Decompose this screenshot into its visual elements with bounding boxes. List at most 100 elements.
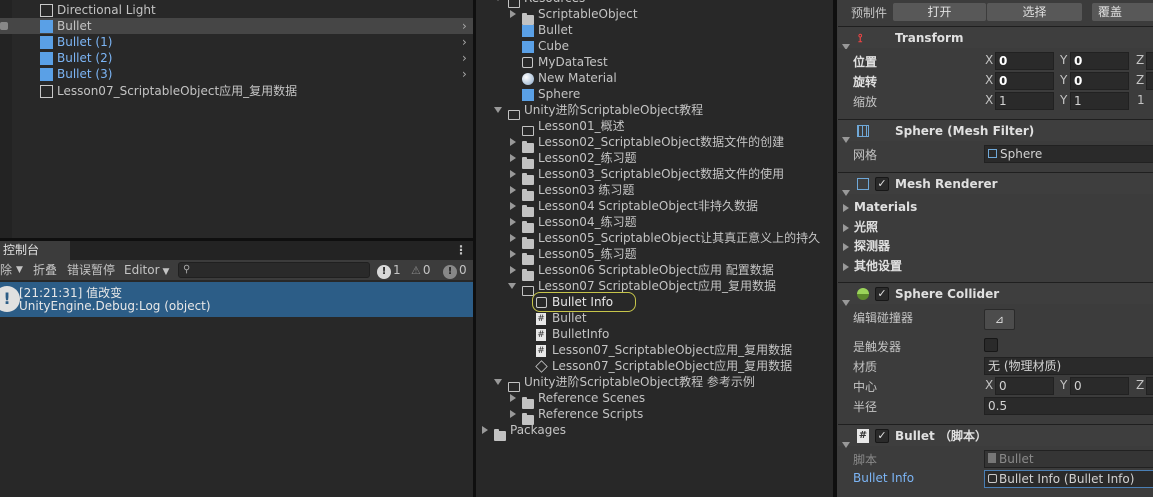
project-folder-item[interactable]: Lesson03 练习题 [476,182,833,201]
console-log-entry[interactable]: ! [21:21:31] 值改变 UnityEngine.Debug:Log (… [0,282,473,317]
project-folder-item[interactable]: Lesson02_ScriptableObject数据文件的创建 [476,134,833,153]
mesh-filter-header[interactable]: Sphere (Mesh Filter) [838,119,1153,143]
project-asset-item[interactable]: Sphere [476,86,833,102]
foldout-collapsed-icon[interactable] [510,170,516,178]
chevron-right-icon[interactable]: › [462,50,467,66]
info-count-toggle[interactable]: ! 1 [377,260,401,280]
center-z-field[interactable] [1146,377,1153,395]
warning-count-toggle[interactable]: ⚠ 0 [411,260,431,281]
foldout-collapsed-icon[interactable] [510,10,516,18]
project-folder-item[interactable]: Lesson05_练习题 [476,246,833,265]
center-x-field[interactable]: 0 [995,377,1054,395]
project-folder-item[interactable]: Lesson05_ScriptableObject让其真正意义上的持久 [476,230,833,249]
foldout-collapsed-icon[interactable] [510,186,516,194]
lighting-foldout[interactable]: 光照 [843,219,878,235]
project-asset-item[interactable]: # BulletInfo [476,326,833,342]
probes-foldout[interactable]: 探测器 [843,238,890,254]
foldout-collapsed-icon[interactable] [510,138,516,146]
mesh-renderer-enabled-checkbox[interactable]: ✓ [875,177,889,191]
scene-visibility-icon[interactable] [0,22,8,30]
chevron-right-icon[interactable]: › [462,66,467,82]
foldout-expanded-icon[interactable] [494,379,502,385]
kebab-menu-icon[interactable]: ⋮ [455,241,467,260]
project-folder-item[interactable]: Lesson04_练习题 [476,214,833,233]
project-folder-item[interactable]: Lesson04 ScriptableObject非持久数据 [476,198,833,217]
radius-field[interactable]: 0.5 [984,397,1153,415]
is-trigger-checkbox[interactable] [984,338,998,352]
foldout-collapsed-icon[interactable] [510,394,516,402]
project-asset-item[interactable]: New Material [476,70,833,86]
project-asset-item[interactable]: Bullet [476,22,833,38]
project-folder-item[interactable]: Lesson06 ScriptableObject应用 配置数据 [476,262,833,281]
foldout-expanded-icon[interactable] [508,283,516,289]
overrides-dropdown[interactable]: 覆盖 [1092,3,1153,21]
bullet-info-object-field[interactable]: Bullet Info (Bullet Info) [984,470,1153,488]
project-folder-item[interactable]: ScriptableObject [476,6,833,25]
foldout-collapsed-icon[interactable] [510,410,516,418]
foldout-expanded-icon[interactable] [494,107,502,113]
project-asset-item[interactable]: # Lesson07_ScriptableObject应用_复用数据 [476,342,833,358]
project-folder-item[interactable]: Unity进阶ScriptableObject教程 参考示例 [476,374,833,392]
project-asset-item[interactable]: MyDataTest [476,54,833,70]
project-asset-item[interactable]: Bullet Info [476,292,833,312]
rotation-x-field[interactable]: 0 [995,72,1054,90]
mesh-object-field[interactable]: Sphere [984,145,1153,163]
editor-dropdown[interactable]: Editor ▼ [124,260,169,282]
project-folder-item[interactable]: Reference Scenes [476,390,833,409]
hierarchy-item[interactable]: Lesson07_ScriptableObject应用_复用数据 [0,83,473,99]
foldout-collapsed-icon[interactable] [510,234,516,242]
project-folder-item[interactable]: Lesson02_练习题 [476,150,833,169]
additional-settings-foldout[interactable]: 其他设置 [843,258,902,274]
collider-material-field[interactable]: 无 (物理材质) [984,357,1153,375]
foldout-collapsed-icon[interactable] [510,266,516,274]
project-folder-item[interactable]: Lesson03_ScriptableObject数据文件的使用 [476,166,833,185]
clear-button[interactable]: 除 [0,260,12,280]
hierarchy-item-selected[interactable]: Bullet › [0,18,473,34]
foldout-expanded-icon[interactable] [494,0,502,1]
bullet-script-header[interactable]: # ✓ Bullet （脚本） [838,424,1153,448]
position-x-field[interactable]: 0 [995,52,1054,70]
scale-x-field[interactable]: 1 [995,92,1054,110]
project-asset-item[interactable]: # Bullet [476,310,833,326]
mesh-renderer-header[interactable]: ✓ Mesh Renderer [838,172,1153,196]
foldout-collapsed-icon[interactable] [510,250,516,258]
project-folder-item[interactable]: Lesson07 ScriptableObject应用_复用数据 [476,278,833,296]
foldout-collapsed-icon[interactable] [510,154,516,162]
sphere-collider-enabled-checkbox[interactable]: ✓ [875,287,889,301]
project-folder-item[interactable]: Unity进阶ScriptableObject教程 [476,102,833,120]
clear-dropdown-icon[interactable]: ▼ [16,260,23,280]
error-count-toggle[interactable]: ! 0 [443,260,467,280]
position-z-field[interactable] [1146,52,1153,70]
project-folder-item[interactable]: Lesson01_概述 [476,118,833,136]
foldout-collapsed-icon[interactable] [510,218,516,226]
project-asset-item[interactable]: Cube [476,38,833,54]
foldout-collapsed-icon[interactable] [510,202,516,210]
hierarchy-item[interactable]: Bullet (2) › [0,50,473,66]
project-asset-item[interactable]: Lesson07_ScriptableObject应用_复用数据 [476,358,833,374]
project-folder-item[interactable]: Packages [476,422,833,441]
axis-x-label: X [985,378,994,392]
open-prefab-button[interactable]: 打开 [893,3,986,21]
console-search-input[interactable]: ⚲ [178,262,370,278]
rotation-y-field[interactable]: 0 [1070,72,1129,90]
error-pause-button[interactable]: 错误暂停 [67,260,115,280]
hierarchy-item[interactable]: Bullet (1) › [0,34,473,50]
project-folder-item[interactable]: Reference Scripts [476,406,833,425]
scale-y-field[interactable]: 1 [1070,92,1129,110]
position-y-field[interactable]: 0 [1070,52,1129,70]
collapse-button[interactable]: 折叠 [33,260,57,280]
hierarchy-item[interactable]: Directional Light [0,2,473,18]
chevron-right-icon[interactable]: › [462,34,467,50]
transform-header[interactable]: ⟟ Transform [838,26,1153,50]
foldout-collapsed-icon[interactable] [482,426,488,434]
select-prefab-button[interactable]: 选择 [987,3,1082,21]
chevron-right-icon[interactable]: › [462,18,467,34]
edit-collider-button[interactable]: ⊿ [984,309,1015,330]
rotation-z-field[interactable] [1146,72,1153,90]
sphere-collider-header[interactable]: ✓ Sphere Collider [838,282,1153,306]
materials-foldout[interactable]: Materials [843,199,917,215]
hierarchy-item[interactable]: Bullet (3) › [0,66,473,82]
center-y-field[interactable]: 0 [1070,377,1129,395]
bullet-script-enabled-checkbox[interactable]: ✓ [875,429,889,443]
tab-console[interactable]: 控制台 [0,241,70,260]
